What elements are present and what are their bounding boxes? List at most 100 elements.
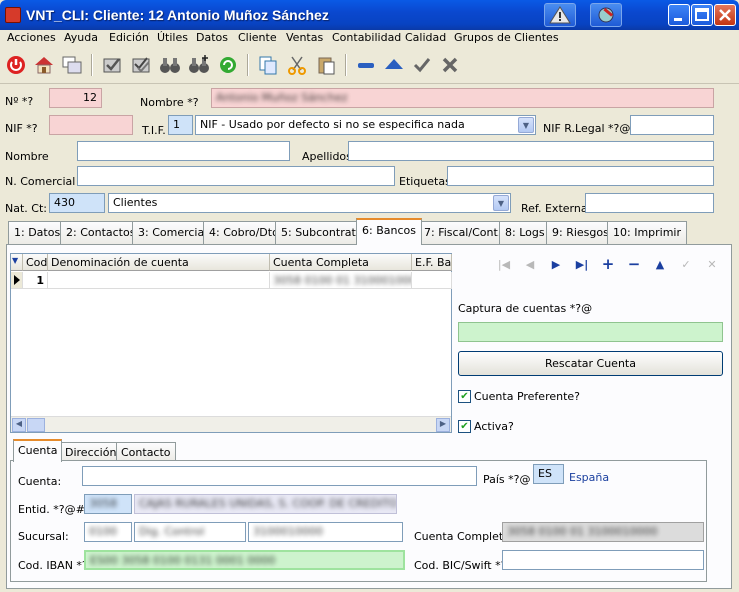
- num-field[interactable]: 12: [49, 88, 102, 108]
- tab-riesgos[interactable]: 9: Riesgos: [546, 221, 615, 244]
- menu-calidad[interactable]: Calidad: [405, 31, 446, 44]
- tab-imprimir[interactable]: 10: Imprimir: [607, 221, 688, 244]
- title-bar[interactable]: VNT_CLI: Cliente: 12 Antonio Muñoz Sánch…: [0, 0, 739, 30]
- refext-field[interactable]: [585, 193, 714, 213]
- tab-cobro-dto[interactable]: 4: Cobro/Dto: [203, 221, 285, 244]
- tools-icon[interactable]: [590, 3, 622, 27]
- scroll-thumb[interactable]: [27, 418, 45, 432]
- pais-code-field[interactable]: ES: [533, 464, 564, 484]
- tab-fiscal-cont[interactable]: 7: Fiscal/Cont.: [418, 221, 508, 244]
- col-header-cod[interactable]: Cod.: [23, 254, 48, 271]
- entid-code-field[interactable]: 3058: [84, 494, 132, 514]
- menu-utiles[interactable]: Útiles: [157, 31, 188, 44]
- ncomercial-field[interactable]: [77, 166, 395, 186]
- menu-ventas[interactable]: Ventas: [286, 31, 323, 44]
- add-record-icon[interactable]: +: [598, 255, 618, 273]
- cancel-record-icon[interactable]: ✕: [702, 256, 722, 272]
- nombre2-label: Nombre: [5, 150, 49, 163]
- subtab-direccion[interactable]: Dirección: [60, 442, 122, 461]
- maximize-button[interactable]: [691, 4, 713, 26]
- grid-hscrollbar[interactable]: ◀ ▶: [11, 416, 451, 432]
- home-icon[interactable]: [31, 52, 57, 78]
- preferente-checkbox[interactable]: ✔: [458, 390, 471, 403]
- nombre-field[interactable]: Antonio Muñoz Sánchez: [211, 88, 714, 108]
- delete-record-icon[interactable]: −: [624, 255, 644, 273]
- refresh-icon[interactable]: [215, 52, 241, 78]
- check-all-icon[interactable]: [128, 52, 154, 78]
- natct-code-field[interactable]: 430: [49, 193, 105, 213]
- apellidos-field[interactable]: [348, 141, 714, 161]
- tab-subcontrata[interactable]: 5: Subcontrata: [275, 221, 369, 244]
- cancel-icon[interactable]: [437, 52, 463, 78]
- apellidos-label: Apellidos: [302, 150, 352, 163]
- accounts-grid[interactable]: ▼ Cod. Denominación de cuenta Cuenta Com…: [10, 253, 452, 433]
- check-doc-icon[interactable]: [99, 52, 125, 78]
- natct-select[interactable]: Clientes ▼: [108, 193, 511, 213]
- tab-logs[interactable]: 8: Logs: [499, 221, 551, 244]
- tab-contactos[interactable]: 2: Contactos: [60, 221, 142, 244]
- warning-icon[interactable]: [544, 3, 576, 27]
- tab-comercial[interactable]: 3: Comercial: [132, 221, 214, 244]
- minimize-button[interactable]: [668, 4, 690, 26]
- table-row-cod[interactable]: 1: [23, 272, 48, 289]
- cuenta-num-field[interactable]: 3100010000: [248, 522, 403, 542]
- post-record-icon[interactable]: ✓: [676, 256, 696, 272]
- tif-select[interactable]: NIF - Usado por defecto si no se especif…: [195, 115, 536, 135]
- bic-field[interactable]: [502, 550, 704, 570]
- windows-icon[interactable]: [59, 52, 85, 78]
- scroll-left-icon[interactable]: ◀: [12, 418, 26, 432]
- iban-field[interactable]: ES00 3058 0100 0131 0001 0000: [84, 550, 405, 570]
- cuenta-completa-field: 3058 0100 01 3100010000: [502, 522, 704, 542]
- cut-icon[interactable]: [284, 52, 310, 78]
- dig-control-field[interactable]: Dig. Control: [134, 522, 246, 542]
- tab-bancos[interactable]: 6: Bancos: [356, 218, 422, 245]
- activa-checkbox[interactable]: ✔: [458, 420, 471, 433]
- menu-grupos-clientes[interactable]: Grupos de Clientes: [454, 31, 559, 44]
- paste-icon[interactable]: [313, 52, 339, 78]
- copy-icon[interactable]: [255, 52, 281, 78]
- chevron-down-icon[interactable]: ▼: [518, 117, 534, 133]
- close-button[interactable]: [714, 4, 736, 26]
- menu-ayuda[interactable]: Ayuda: [64, 31, 98, 44]
- rescatar-cuenta-button[interactable]: Rescatar Cuenta: [458, 351, 723, 376]
- col-header-ef-ba[interactable]: E.F. Ba: [412, 254, 452, 271]
- prior-record-icon[interactable]: ◀: [520, 256, 540, 272]
- sort-down-icon[interactable]: ▼: [11, 254, 23, 271]
- pais-name-link[interactable]: España: [569, 471, 609, 484]
- nif-legal-label: NIF R.Legal *?@: [543, 122, 631, 135]
- table-row-cuenta[interactable]: 3058 0100 01 3100010000: [270, 272, 412, 289]
- nif-legal-field[interactable]: [630, 115, 714, 135]
- captura-field[interactable]: [458, 322, 723, 342]
- nif-field[interactable]: [49, 115, 133, 135]
- row-pointer-icon: [11, 272, 23, 289]
- chevron-down-icon[interactable]: ▼: [493, 195, 509, 211]
- tab-datos[interactable]: 1: Datos: [8, 221, 67, 244]
- menu-acciones[interactable]: Acciones: [7, 31, 56, 44]
- tif-code-field[interactable]: 1: [168, 115, 193, 135]
- subtab-contacto[interactable]: Contacto: [116, 442, 176, 461]
- col-header-denominacion[interactable]: Denominación de cuenta: [48, 254, 270, 271]
- up-triangle-icon[interactable]: [381, 52, 407, 78]
- sucursal-field[interactable]: 0100: [84, 522, 132, 542]
- menu-contabilidad[interactable]: Contabilidad: [332, 31, 401, 44]
- cuenta-field[interactable]: [82, 466, 477, 486]
- menu-edicion[interactable]: Edición: [109, 31, 149, 44]
- nombre2-field[interactable]: [77, 141, 290, 161]
- first-record-icon[interactable]: |◀: [494, 256, 514, 272]
- checkmark-icon[interactable]: [409, 52, 435, 78]
- edit-record-icon[interactable]: ▲: [650, 256, 670, 272]
- etiquetas-field[interactable]: [447, 166, 714, 186]
- next-record-icon[interactable]: ▶: [546, 256, 566, 272]
- scroll-right-icon[interactable]: ▶: [436, 418, 450, 432]
- minus-icon[interactable]: [353, 52, 379, 78]
- subtab-cuenta[interactable]: Cuenta: [13, 439, 63, 462]
- last-record-icon[interactable]: ▶|: [572, 256, 592, 272]
- table-row-denominacion[interactable]: [48, 272, 270, 289]
- col-header-cuenta-completa[interactable]: Cuenta Completa: [270, 254, 412, 271]
- power-icon[interactable]: [3, 52, 29, 78]
- binoculars-icon[interactable]: [157, 52, 183, 78]
- binoculars-plus-icon[interactable]: [186, 52, 212, 78]
- menu-cliente[interactable]: Cliente: [238, 31, 277, 44]
- table-row-ef[interactable]: [412, 272, 452, 289]
- menu-datos[interactable]: Datos: [196, 31, 228, 44]
